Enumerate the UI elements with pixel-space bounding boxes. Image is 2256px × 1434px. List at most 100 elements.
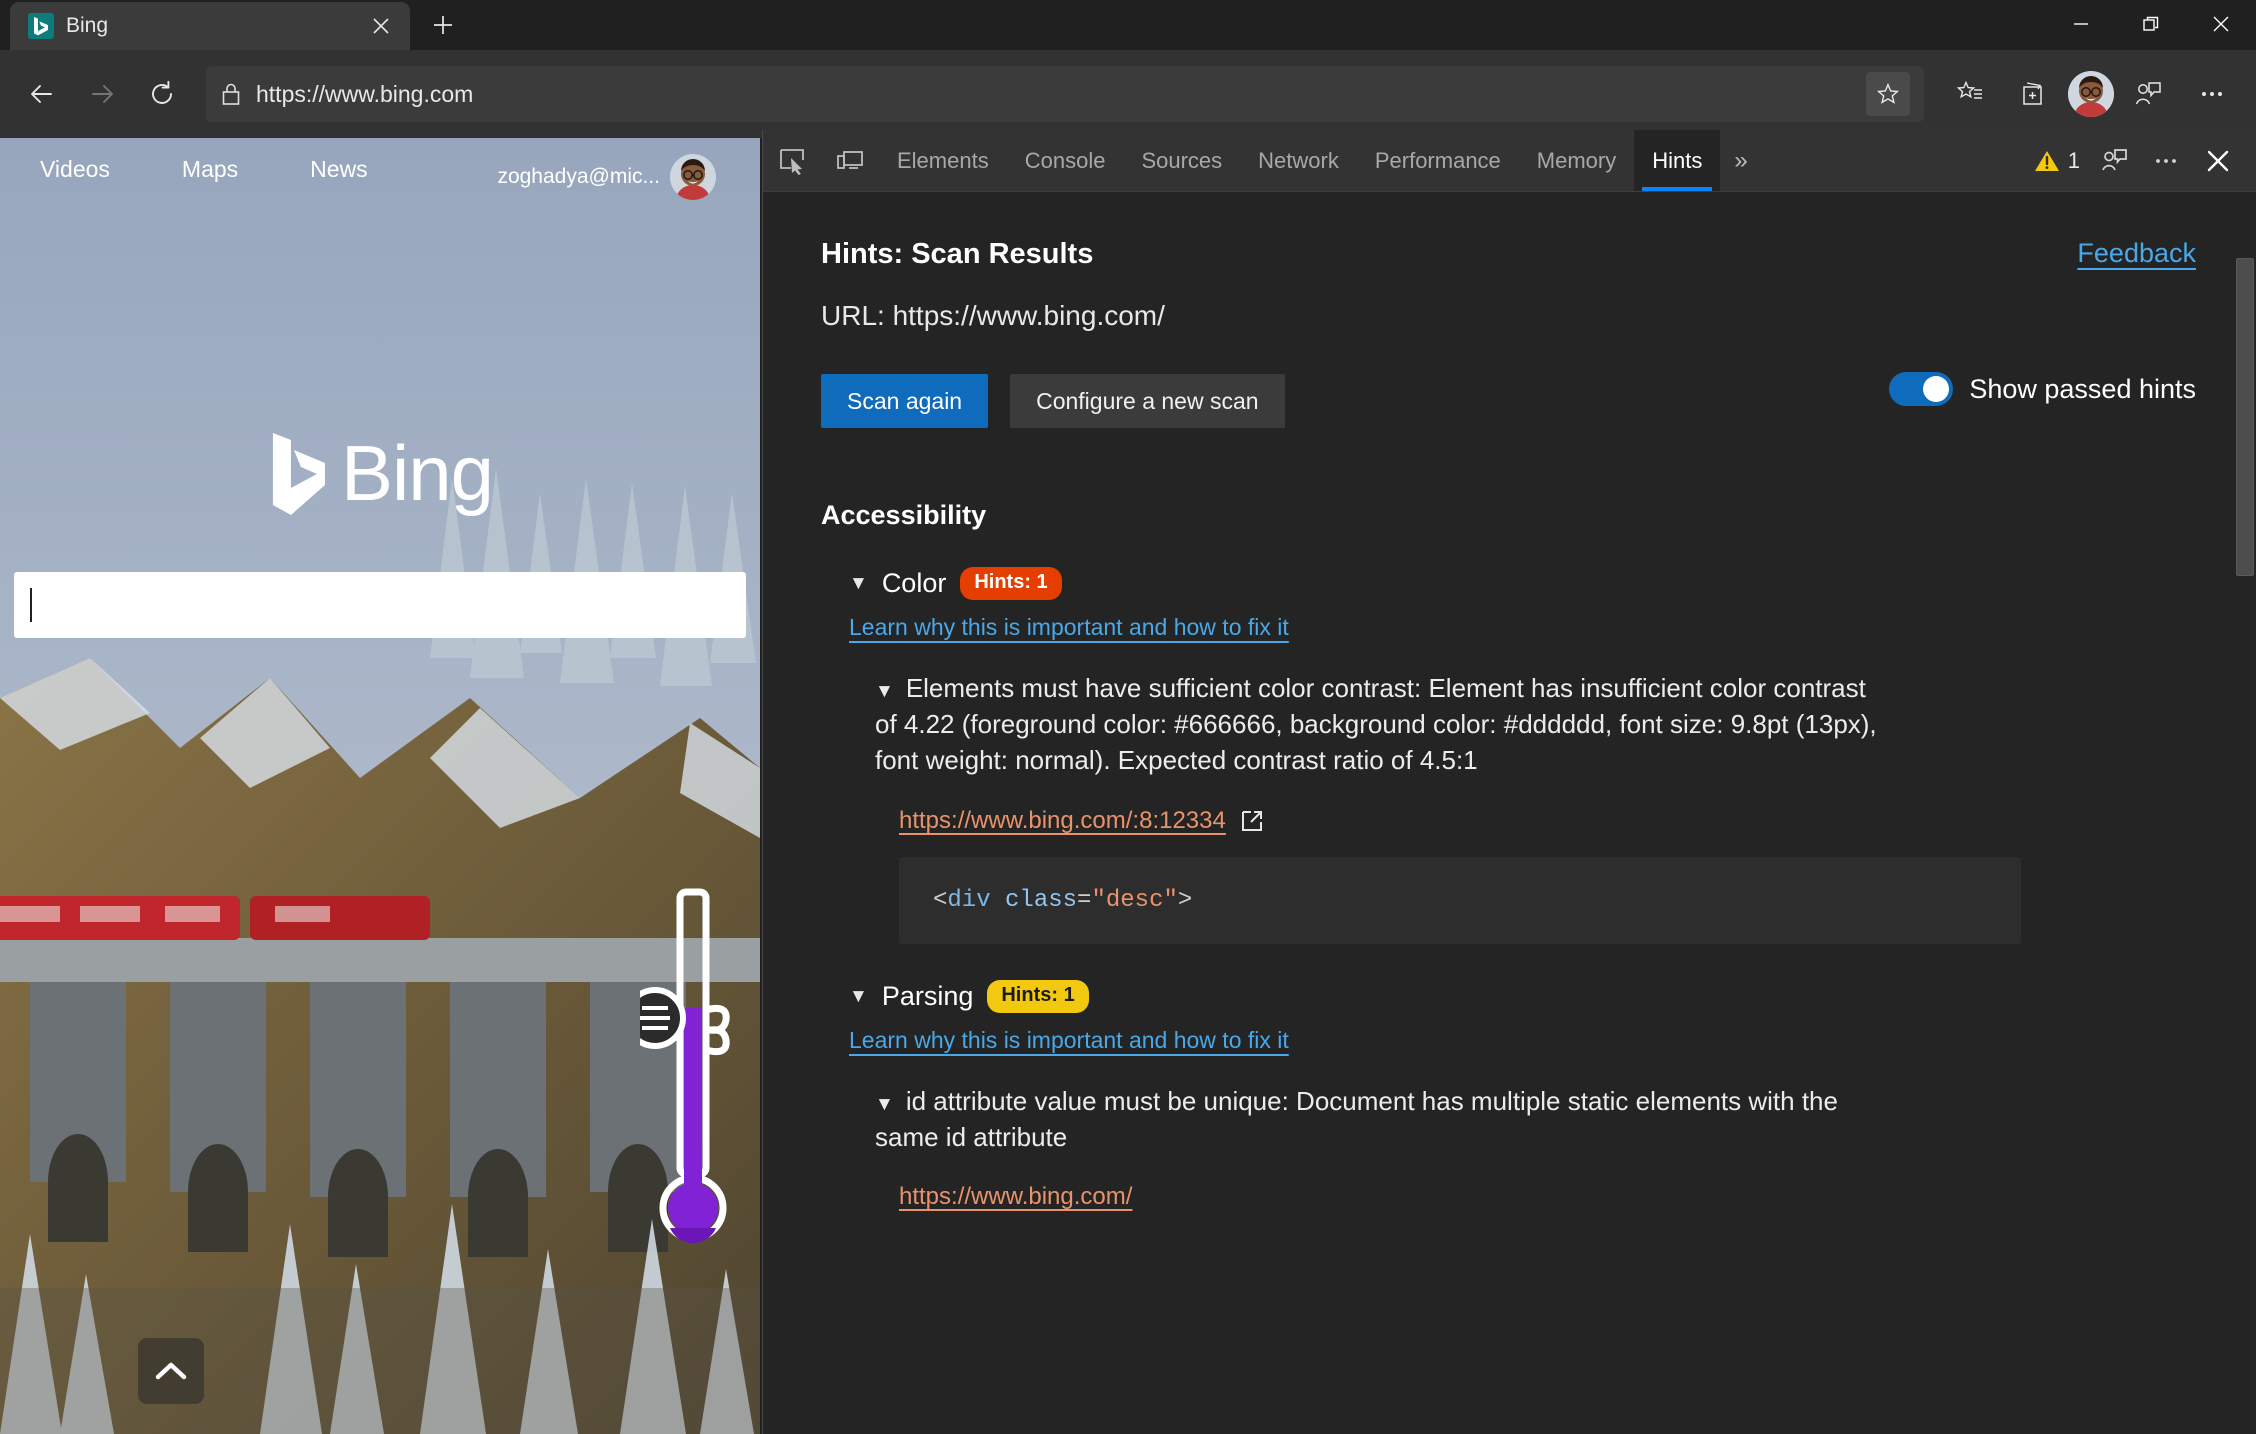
hint-source-link[interactable]: https://www.bing.com/:8:12334 [899,807,1264,835]
favorite-star-icon[interactable] [1866,72,1910,116]
devtools-scrollbar[interactable] [2234,192,2256,1434]
bing-favicon [28,13,54,39]
devtools-status-area: 1 [2028,130,2256,191]
settings-more-icon[interactable] [2182,66,2242,122]
navigation-bar: https://www.bing.com [0,50,2256,138]
show-passed-hints-control[interactable]: Show passed hints [1889,372,2196,406]
learn-more-link[interactable]: Learn why this is important and how to f… [849,1027,1289,1054]
inspect-element-icon[interactable] [763,130,821,191]
devtools-feedback-icon[interactable] [2090,137,2138,185]
favorites-list-icon[interactable] [1940,66,2000,122]
bing-nav-videos[interactable]: Videos [40,156,110,183]
devtools-overflow-icon[interactable]: » [1720,130,1761,191]
chevron-down-icon[interactable]: ▼ [875,1094,894,1115]
hints-header-row: Hints: Scan Results Feedback [821,238,2196,271]
warning-triangle-icon [2034,148,2060,174]
code-token-attr: class [1005,887,1077,914]
tab-elements[interactable]: Elements [879,130,1007,191]
lock-icon [220,81,242,107]
chevron-down-icon[interactable]: ▼ [875,681,894,702]
bing-account-avatar[interactable] [670,154,716,200]
restore-icon[interactable] [2116,0,2186,48]
tab-console[interactable]: Console [1007,130,1124,191]
text-cursor [30,588,32,622]
tab-sources[interactable]: Sources [1123,130,1240,191]
devtools-tab-bar: Elements Console Sources Network Perform… [763,130,2256,192]
configure-new-scan-button[interactable]: Configure a new scan [1010,374,1284,428]
section-title-accessibility: Accessibility [821,500,2196,531]
browser-window: Bing [0,0,2256,1434]
show-passed-hints-label: Show passed hints [1969,374,2196,405]
scanned-url-line: URL: https://www.bing.com/ [821,300,2196,332]
code-token-eq: = [1077,887,1091,914]
bing-nav-news[interactable]: News [310,156,368,183]
devtools-scrollbar-thumb[interactable] [2236,258,2254,576]
share-feedback-icon[interactable] [2118,66,2178,122]
hint-description: ▼Elements must have sufficient color con… [875,671,1885,779]
hints-action-row: Scan again Configure a new scan Show pas… [821,374,2196,428]
chevron-up-icon [155,1360,187,1382]
chevron-down-icon[interactable]: ▼ [849,574,868,593]
hint-source-url: https://www.bing.com/ [899,1183,1132,1211]
bing-logo-text: Bing [341,428,493,519]
hint-code-snippet: <div class="desc"> [899,857,2021,944]
bing-search-input[interactable] [14,572,746,638]
hint-group-header[interactable]: ▼ Color Hints: 1 [849,567,2196,600]
back-icon[interactable] [14,66,70,122]
code-token-close: > [1178,887,1192,914]
collections-icon[interactable] [2004,66,2064,122]
device-toolbar-icon[interactable] [821,130,879,191]
hint-description: ▼id attribute value must be unique: Docu… [875,1084,1885,1156]
hint-group-header[interactable]: ▼ Parsing Hints: 1 [849,980,2196,1013]
hint-item: ▼id attribute value must be unique: Docu… [849,1084,2196,1212]
hints-panel-body: Hints: Scan Results Feedback URL: https:… [763,192,2256,1434]
toggle-knob [1923,376,1949,402]
hint-item: ▼Elements must have sufficient color con… [849,671,2196,944]
code-token-tag: div [947,887,990,914]
status-badge: Hints: 1 [987,980,1088,1013]
bing-account[interactable]: zoghadya@mic... [497,154,716,200]
devtools-panel: Elements Console Sources Network Perform… [762,130,2256,1434]
open-external-icon[interactable] [1240,809,1264,833]
scan-again-button[interactable]: Scan again [821,374,988,428]
bing-logo: Bing [267,428,493,519]
new-tab-button[interactable] [420,2,466,48]
bing-account-name: zoghadya@mic... [497,165,660,189]
tab-hints[interactable]: Hints [1634,130,1720,191]
show-passed-hints-toggle[interactable] [1889,372,1953,406]
close-icon[interactable] [364,9,398,43]
feedback-link[interactable]: Feedback [2077,238,2196,269]
hint-group-name: Parsing [882,981,974,1012]
address-bar-url: https://www.bing.com [256,81,1852,108]
chevron-down-icon[interactable]: ▼ [849,987,868,1006]
reload-icon[interactable] [134,66,190,122]
window-close-icon[interactable] [2186,0,2256,48]
hint-source-link[interactable]: https://www.bing.com/ [899,1183,1132,1211]
bing-nav-maps[interactable]: Maps [182,156,238,183]
title-bar: Bing [0,0,2256,50]
scroll-to-top-button[interactable] [138,1338,204,1404]
forward-icon[interactable] [74,66,130,122]
code-token-value: "desc" [1091,887,1177,914]
code-token-space [991,887,1005,914]
devtools-close-icon[interactable] [2194,137,2242,185]
learn-more-link[interactable]: Learn why this is important and how to f… [849,614,1289,641]
tab-memory[interactable]: Memory [1519,130,1634,191]
devtools-more-icon[interactable] [2142,137,2190,185]
profile-avatar[interactable] [2068,71,2114,117]
warning-indicator[interactable]: 1 [2028,148,2086,174]
thermometer-overlay-graphic [640,878,750,1268]
browser-tab[interactable]: Bing [10,2,410,50]
hint-group-name: Color [882,568,947,599]
devtools-tabs: Elements Console Sources Network Perform… [879,130,1720,191]
page-title: Hints: Scan Results [821,238,1093,271]
warning-count: 1 [2068,148,2080,174]
tab-network[interactable]: Network [1240,130,1357,191]
tab-performance[interactable]: Performance [1357,130,1519,191]
code-line: <div class="desc"> [933,887,1192,914]
address-bar[interactable]: https://www.bing.com [206,66,1924,122]
hint-group-parsing: ▼ Parsing Hints: 1 Learn why this is imp… [821,980,2196,1212]
hint-description-text: id attribute value must be unique: Docum… [875,1086,1838,1152]
minimize-icon[interactable] [2046,0,2116,48]
hint-group-color: ▼ Color Hints: 1 Learn why this is impor… [821,567,2196,944]
